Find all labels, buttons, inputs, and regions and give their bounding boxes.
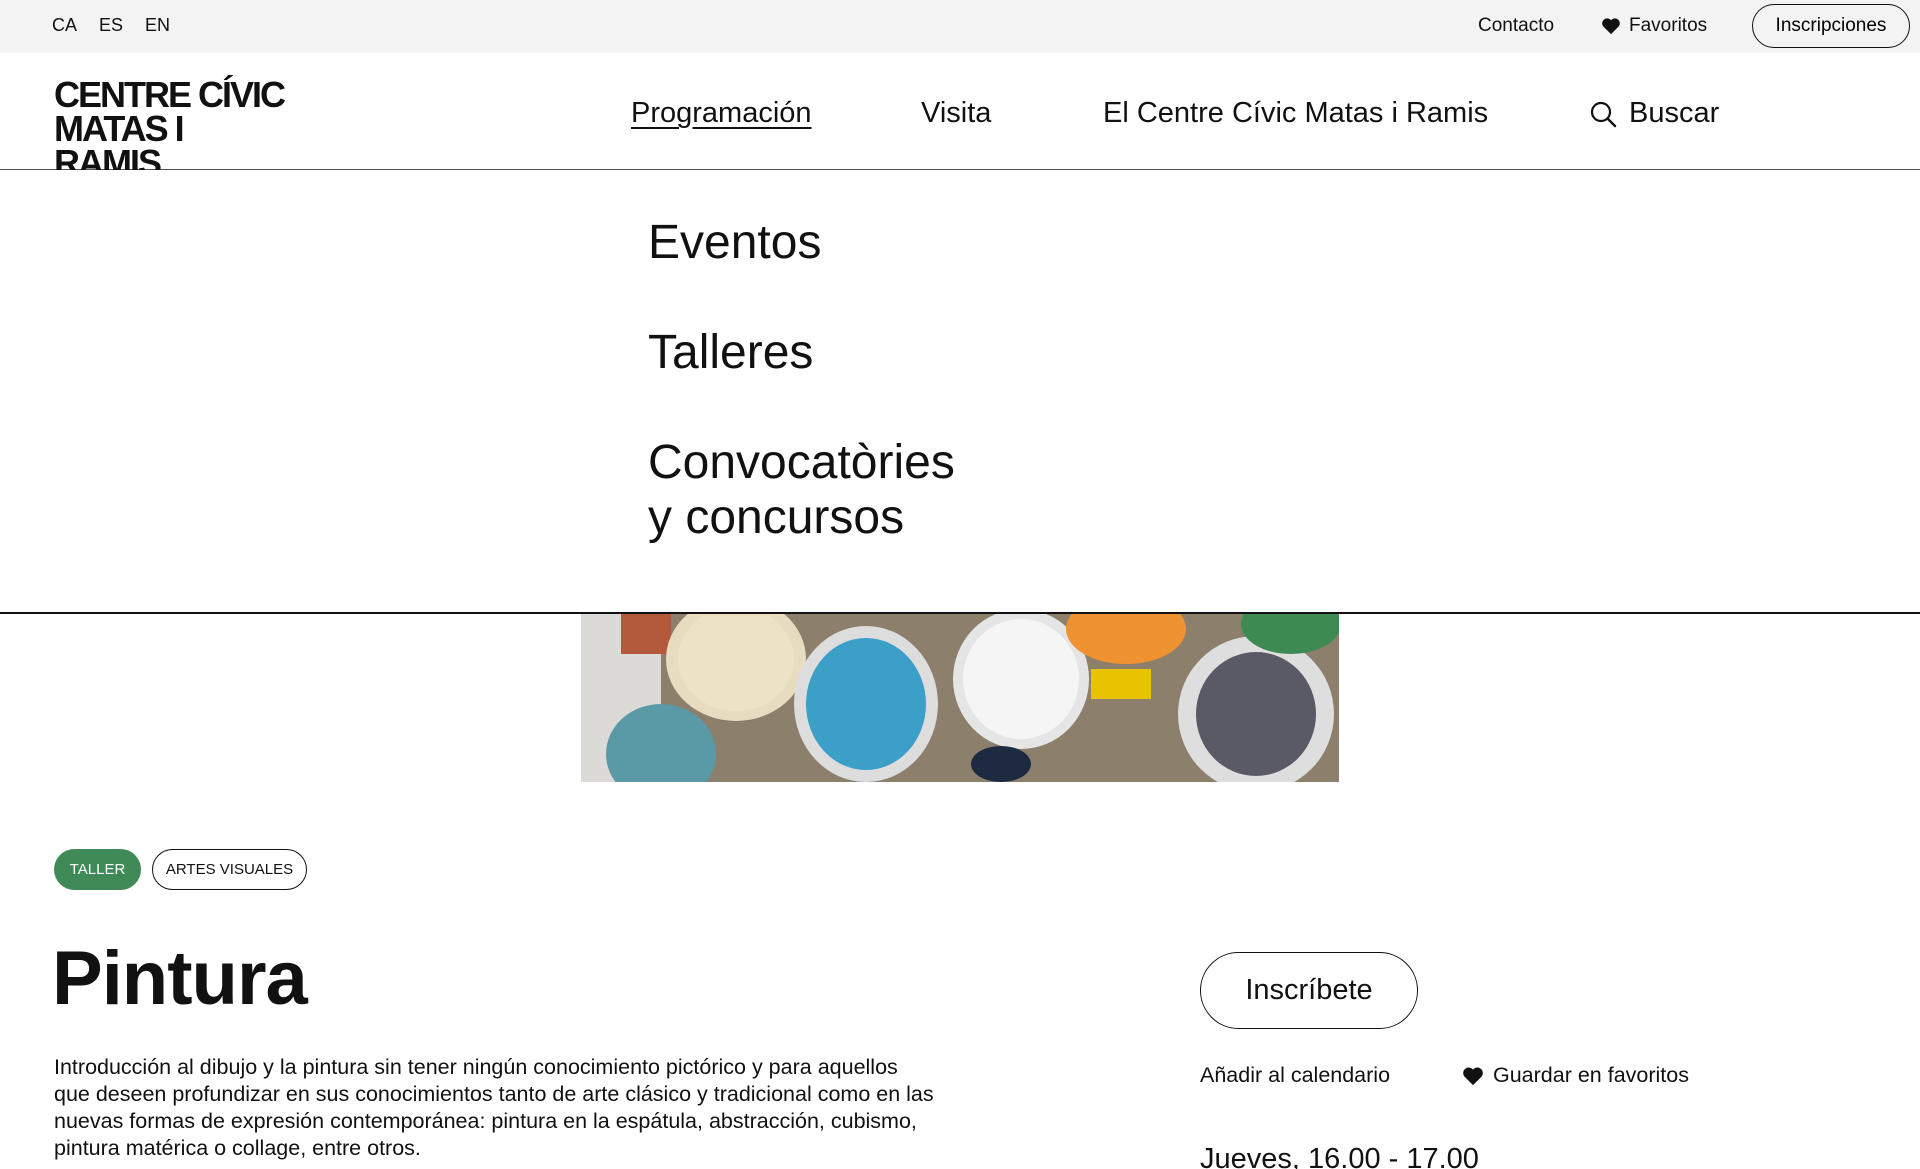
main-header: CENTRE CÍVIC MATAS I RAMIS Programación …: [0, 53, 1920, 181]
contact-link[interactable]: Contacto: [1478, 15, 1554, 37]
nav-programacion[interactable]: Programación: [631, 97, 812, 130]
nav-search[interactable]: Buscar: [1589, 97, 1719, 130]
nav-el-centre[interactable]: El Centre Cívic Matas i Ramis: [1103, 97, 1488, 130]
top-utility-bar: CA ES EN Contacto Favoritos Inscripcione…: [0, 0, 1920, 53]
signup-button[interactable]: Inscríbete: [1200, 952, 1418, 1029]
paint-buckets-illustration: [581, 614, 1339, 782]
search-label: Buscar: [1629, 97, 1720, 129]
language-es[interactable]: ES: [99, 15, 123, 36]
programacion-dropdown: Eventos Talleres Convocatòries y concurs…: [0, 170, 1920, 614]
add-to-calendar-link[interactable]: Añadir al calendario: [1200, 1063, 1390, 1088]
tag-artes-visuales[interactable]: ARTES VISUALES: [152, 849, 307, 890]
save-favorites-label: Guardar en favoritos: [1493, 1063, 1689, 1087]
event-title: Pintura: [52, 936, 308, 1021]
favorites-label: Favoritos: [1629, 15, 1708, 36]
save-favorites-link[interactable]: Guardar en favoritos: [1462, 1063, 1689, 1088]
event-description: Introducción al dibujo y la pintura sin …: [54, 1055, 934, 1160]
dropdown-item-convocatorias[interactable]: Convocatòries y concursos: [648, 435, 955, 545]
site-logo[interactable]: CENTRE CÍVIC MATAS I RAMIS: [54, 74, 294, 181]
logo-line-1: CENTRE CÍVIC: [54, 74, 286, 115]
hero-image: [581, 614, 1339, 782]
tag-taller[interactable]: TALLER: [54, 849, 141, 890]
heart-icon: [1602, 18, 1620, 35]
search-icon: [1590, 101, 1617, 127]
favorites-link[interactable]: Favoritos: [1601, 15, 1707, 37]
registrations-button[interactable]: Inscripciones: [1752, 4, 1910, 48]
language-en[interactable]: EN: [145, 15, 170, 36]
language-ca[interactable]: CA: [52, 15, 77, 36]
convocatorias-line-1: Convocatòries: [648, 436, 955, 489]
dropdown-item-eventos[interactable]: Eventos: [648, 215, 821, 270]
convocatorias-line-2: y concursos: [648, 491, 905, 544]
page: CA ES EN Contacto Favoritos Inscripcione…: [0, 0, 1920, 1169]
nav-visita[interactable]: Visita: [921, 97, 991, 130]
dropdown-item-talleres[interactable]: Talleres: [648, 325, 813, 380]
heart-icon: [1463, 1067, 1483, 1085]
event-schedule: Jueves, 16.00 - 17.00: [1200, 1143, 1479, 1169]
